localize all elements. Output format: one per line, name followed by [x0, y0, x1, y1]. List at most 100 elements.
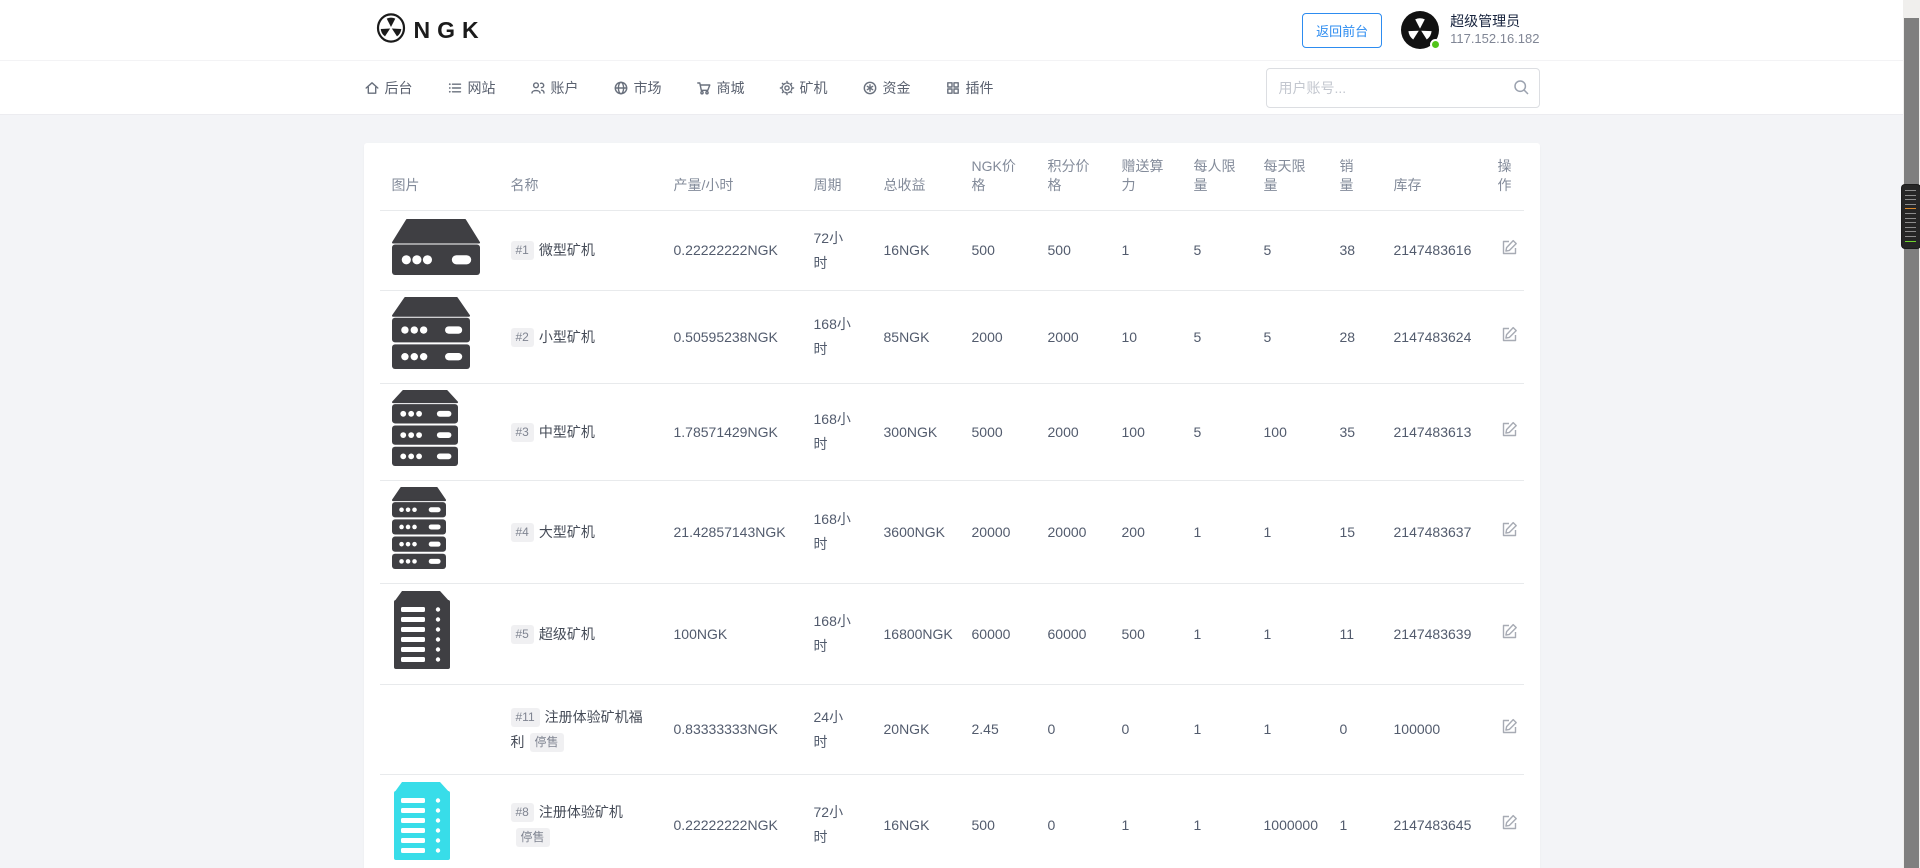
per-person-limit-cell: 5 [1182, 291, 1252, 384]
minimap-line [1905, 208, 1916, 209]
miner-image-stack-1 [392, 262, 480, 278]
home-icon [364, 80, 380, 96]
miner-row-#11: #11注册体验矿机福利停售0.83333333NGK24小 时20NGK2.45… [380, 685, 1524, 775]
total-income-cell: 300NGK [872, 384, 960, 481]
edit-icon[interactable] [1498, 518, 1521, 544]
main-nav: 后台 网站 账户 市场 商城 矿机 资金 插件 [0, 60, 1903, 115]
per-day-limit-cell: 1 [1252, 584, 1328, 685]
user-box[interactable]: 超级管理员 117.152.16.182 [1400, 10, 1539, 50]
period-cell: 72小 时 [802, 775, 872, 868]
stock-cell: 2147483616 [1382, 211, 1486, 291]
search-input[interactable] [1266, 68, 1540, 108]
nav-item-网站[interactable]: 网站 [447, 78, 496, 98]
per-day-limit-cell: 5 [1252, 291, 1328, 384]
miner-image-stack-3 [392, 453, 458, 469]
miner-id-badge: #11 [511, 708, 540, 727]
total-income-cell: 20NGK [872, 685, 960, 775]
miner-row-#5: #5超级矿机100NGK168小 时16800NGK60000600005001… [380, 584, 1524, 685]
gift-power-cell: 10 [1110, 291, 1182, 384]
avatar[interactable] [1400, 10, 1440, 50]
column-header: 库存 [1382, 143, 1486, 211]
name-cell: #3中型矿机 [499, 384, 662, 481]
miner-table-card: 图片名称产量/小时周期总收益NGK价 格积分价 格赠送算 力每人限 量每天限量销… [364, 143, 1540, 868]
image-cell [380, 685, 499, 775]
edit-icon[interactable] [1498, 620, 1521, 646]
edit-icon[interactable] [1498, 418, 1521, 444]
edit-icon[interactable] [1498, 236, 1521, 262]
action-cell [1486, 211, 1524, 291]
name-cell: #4 大型矿机 [499, 481, 662, 584]
nav-item-市场[interactable]: 市场 [613, 78, 662, 98]
scrollbar-track[interactable] [1903, 0, 1920, 868]
stock-cell: 2147483624 [1382, 291, 1486, 384]
search-icon[interactable] [1513, 79, 1530, 101]
nav-item-插件[interactable]: 插件 [945, 78, 994, 98]
miner-name: 中型矿机 [539, 424, 595, 440]
gift-power-cell: 500 [1110, 584, 1182, 685]
edit-icon[interactable] [1498, 323, 1521, 349]
edit-icon[interactable] [1498, 715, 1521, 741]
output-cell: 21.42857143NGK [662, 481, 802, 584]
user-name: 超级管理员 [1450, 12, 1539, 30]
ngk-price-cell: 20000 [960, 481, 1036, 584]
period-cell: 168小 时 [802, 584, 872, 685]
name-cell: #2小型矿机 [499, 291, 662, 384]
nav-item-商城[interactable]: 商城 [696, 78, 745, 98]
stock-cell: 100000 [1382, 685, 1486, 775]
column-header: 销 量 [1328, 143, 1382, 211]
point-price-cell: 2000 [1036, 384, 1110, 481]
edit-icon[interactable] [1498, 811, 1521, 837]
nav-items: 后台 网站 账户 市场 商城 矿机 资金 插件 [364, 78, 994, 98]
nav-item-资金[interactable]: 资金 [862, 78, 911, 98]
gift-power-cell: 100 [1110, 384, 1182, 481]
scrollbar-thumb[interactable] [1904, 18, 1919, 868]
action-cell [1486, 384, 1524, 481]
ngk-price-cell: 2000 [960, 291, 1036, 384]
image-cell [380, 211, 499, 291]
output-cell: 0.83333333NGK [662, 685, 802, 775]
miner-name: 小型矿机 [539, 329, 595, 345]
point-price-cell: 0 [1036, 685, 1110, 775]
column-header: NGK价 格 [960, 143, 1036, 211]
miner-name: 大型矿机 [539, 524, 595, 540]
column-header: 图片 [380, 143, 499, 211]
per-day-limit-cell: 1 [1252, 481, 1328, 584]
period-cell: 168小 时 [802, 291, 872, 384]
ngk-price-cell: 500 [960, 211, 1036, 291]
miner-image-stack-4 [392, 556, 446, 572]
table-header-row: 图片名称产量/小时周期总收益NGK价 格积分价 格赠送算 力每人限 量每天限量销… [380, 143, 1524, 211]
nav-item-矿机[interactable]: 矿机 [779, 78, 828, 98]
sales-cell: 38 [1328, 211, 1382, 291]
top-header: NGK 返回前台 [0, 0, 1903, 60]
ngk-price-cell: 60000 [960, 584, 1036, 685]
name-cell: #8注册体验矿机停售 [499, 775, 662, 868]
period-cell: 24小 时 [802, 685, 872, 775]
point-price-cell: 20000 [1036, 481, 1110, 584]
per-day-limit-cell: 1 [1252, 685, 1328, 775]
coin-icon [862, 80, 878, 96]
ngk-price-cell: 5000 [960, 384, 1036, 481]
minimap-line [1905, 213, 1916, 214]
back-to-front-button[interactable]: 返回前台 [1302, 13, 1382, 48]
minimap-line [1905, 241, 1916, 242]
point-price-cell: 60000 [1036, 584, 1110, 685]
per-day-limit-cell: 5 [1252, 211, 1328, 291]
miner-id-badge: #1 [511, 241, 534, 260]
nav-item-后台[interactable]: 后台 [364, 78, 413, 98]
column-header: 总收益 [872, 143, 960, 211]
miner-id-badge: #4 [511, 523, 534, 542]
minimap-line [1905, 227, 1916, 228]
column-header: 每人限 量 [1182, 143, 1252, 211]
total-income-cell: 16NGK [872, 211, 960, 291]
grid-icon [945, 80, 961, 96]
stock-cell: 2147483613 [1382, 384, 1486, 481]
minimap-line [1905, 231, 1916, 232]
per-person-limit-cell: 1 [1182, 481, 1252, 584]
stop-sale-badge: 停售 [530, 733, 564, 752]
nav-item-账户[interactable]: 账户 [530, 78, 579, 98]
sales-cell: 1 [1328, 775, 1382, 868]
sales-cell: 11 [1328, 584, 1382, 685]
image-cell [380, 384, 499, 481]
miner-row-#3: #3中型矿机1.78571429NGK168小 时300NGK500020001… [380, 384, 1524, 481]
scrollbar-minimap[interactable] [1902, 185, 1920, 248]
